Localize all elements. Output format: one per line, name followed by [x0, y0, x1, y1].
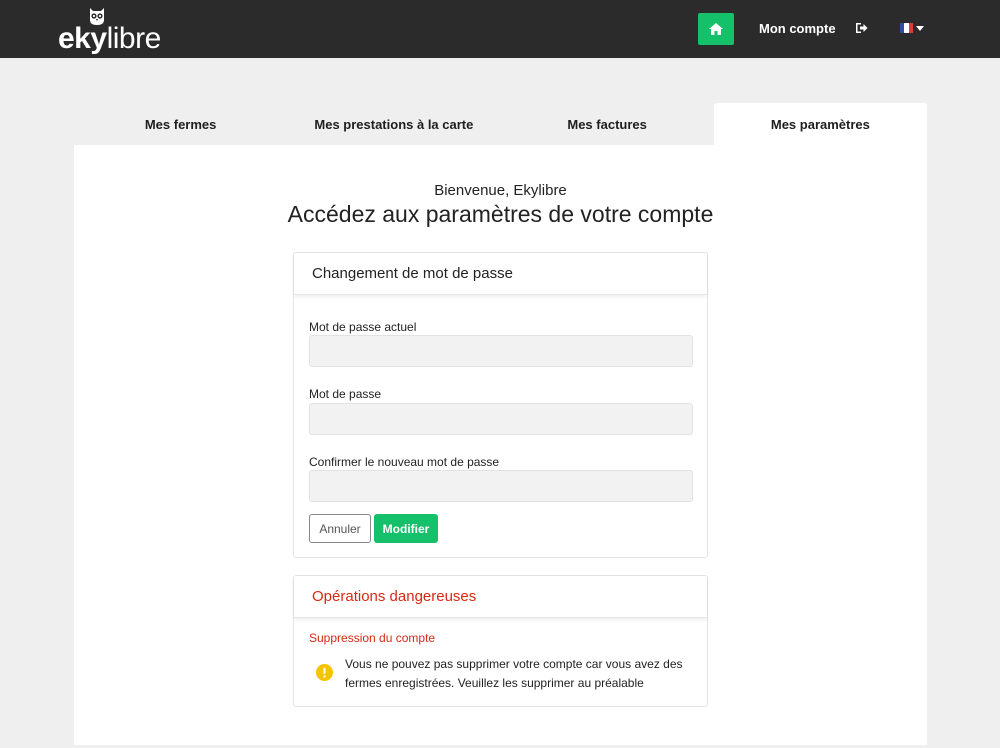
account-tabs: Mes fermes Mes prestations à la carte Me… [74, 103, 927, 145]
cancel-button[interactable]: Annuler [309, 514, 371, 543]
my-account-link[interactable]: Mon compte [759, 21, 836, 36]
danger-card-title: Opérations dangereuses [294, 576, 707, 618]
account-deletion-heading: Suppression du compte [309, 631, 436, 645]
new-password-input[interactable] [309, 403, 693, 435]
home-button[interactable] [698, 13, 734, 45]
brand-name: ekylibre [58, 23, 161, 55]
brand-bold: eky [58, 22, 107, 55]
flag-fr-icon [900, 23, 913, 33]
password-card-title: Changement de mot de passe [294, 253, 707, 295]
brand-light: libre [106, 22, 162, 55]
home-icon [709, 23, 723, 35]
caret-down-icon [916, 25, 924, 31]
current-password-input[interactable] [309, 335, 693, 367]
ekylibre-logo[interactable]: ekylibre [58, 6, 170, 55]
confirm-password-input[interactable] [309, 470, 693, 502]
warning-glyph [323, 667, 326, 678]
modify-button[interactable]: Modifier [374, 514, 438, 543]
language-selector[interactable] [900, 23, 924, 33]
flag-stripe-red [908, 23, 913, 33]
settings-panel: Bienvenue, Ekylibre Accédez aux paramètr… [74, 145, 927, 745]
tab-mes-factures[interactable]: Mes factures [501, 103, 714, 145]
confirm-password-label: Confirmer le nouveau mot de passe [309, 455, 500, 469]
tab-mes-parametres[interactable]: Mes paramètres [713, 103, 927, 145]
tab-mes-prestations[interactable]: Mes prestations à la carte [287, 103, 500, 145]
logout-button[interactable] [855, 21, 868, 39]
tab-mes-fermes[interactable]: Mes fermes [74, 103, 287, 145]
deletion-warning-message: Vous ne pouvez pas supprimer votre compt… [345, 657, 683, 690]
logout-icon [856, 23, 868, 33]
new-password-label: Mot de passe [309, 387, 382, 401]
warning-icon [316, 664, 333, 681]
password-change-card: Changement de mot de passe Mot de passe … [293, 252, 708, 558]
current-password-label: Mot de passe actuel [309, 320, 417, 334]
page-title: Accédez aux paramètres de votre compte [287, 201, 714, 227]
dangerous-operations-card: Opérations dangereuses Suppression du co… [293, 575, 708, 707]
welcome-text: Bienvenue, Ekylibre [434, 182, 567, 199]
top-navbar: ekylibre Mon compte [0, 0, 1000, 58]
